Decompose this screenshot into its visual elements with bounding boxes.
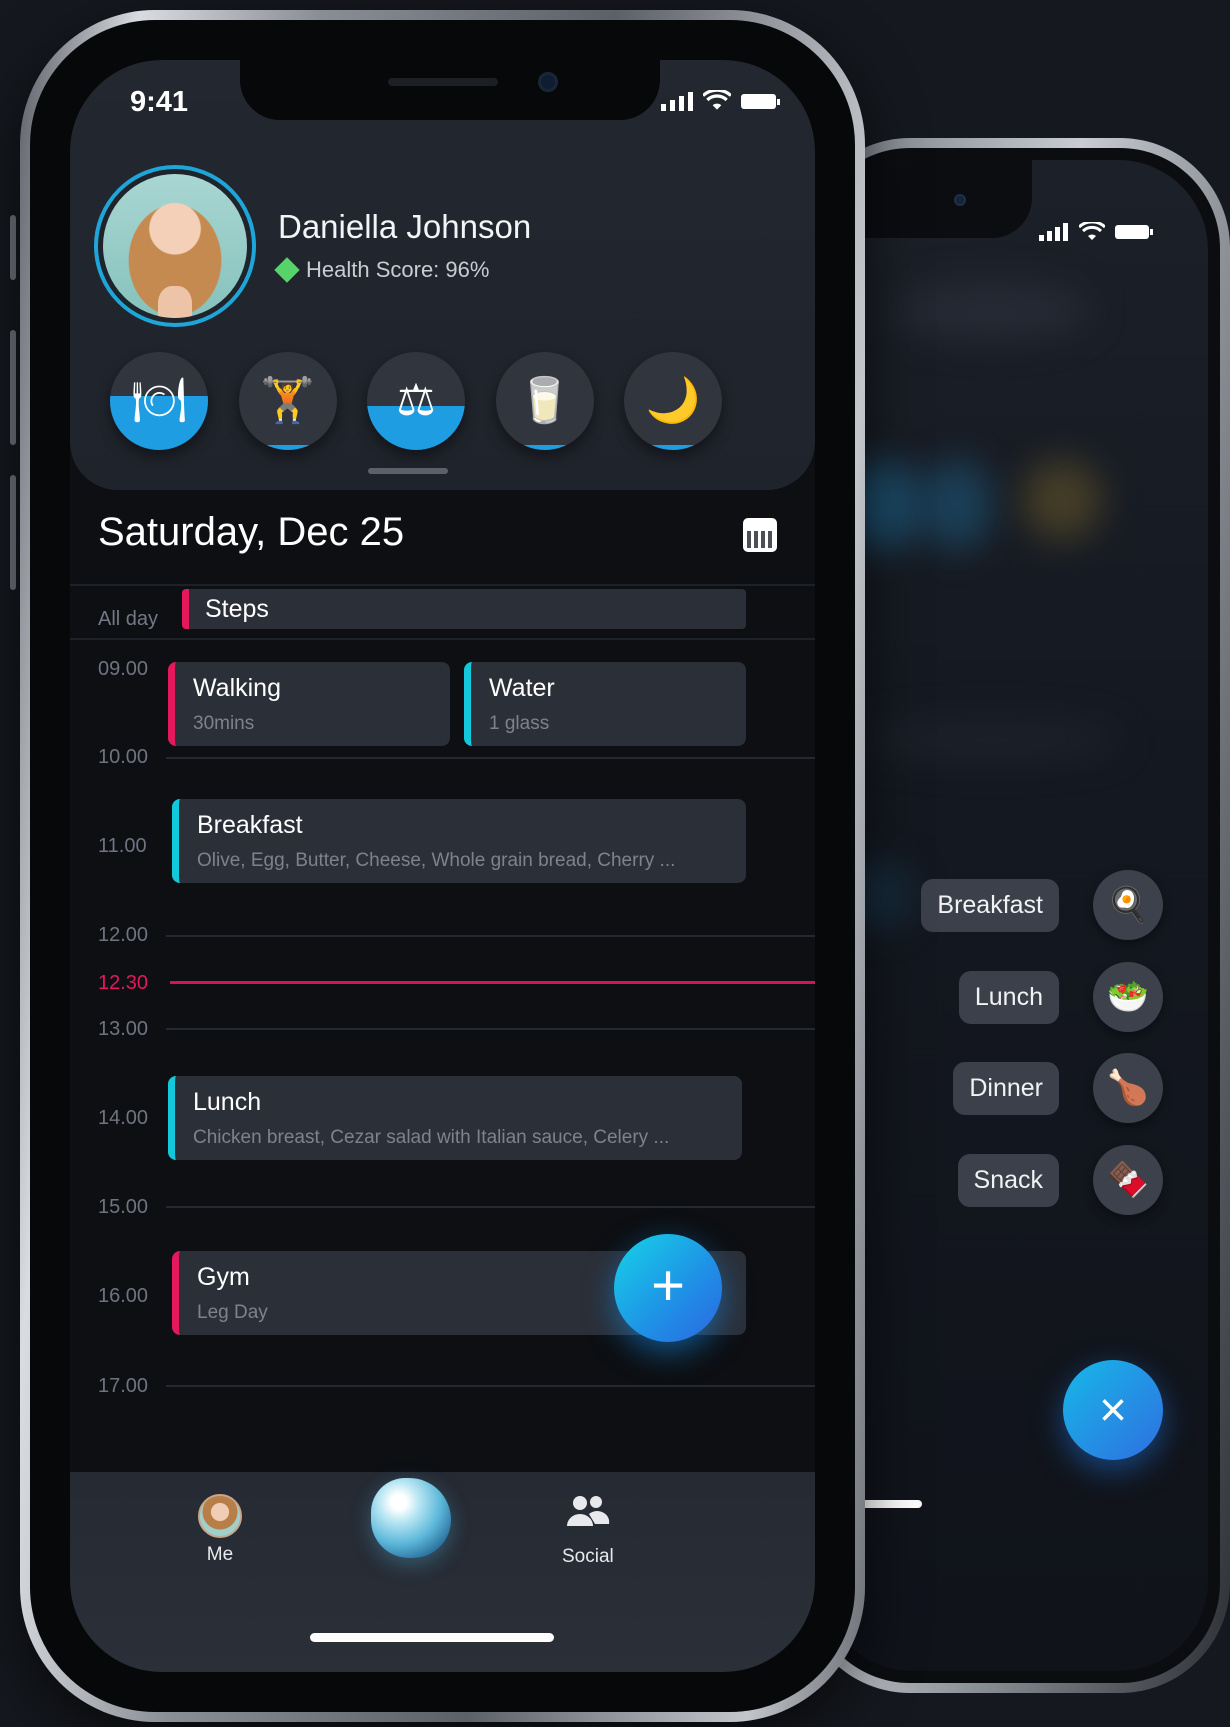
all-day-event-steps[interactable]: Steps [182, 589, 746, 629]
fab-menu-item-dinner[interactable]: Dinner 🍗 [953, 1053, 1163, 1123]
fab-menu-item-snack[interactable]: Snack 🍫 [957, 1145, 1163, 1215]
close-icon: × [1098, 1383, 1128, 1437]
water-glass-icon: 🥛 [517, 376, 572, 425]
current-time-label: 12.30 [98, 972, 149, 994]
speaker [388, 78, 498, 86]
dinner-icon: 🍗 [1093, 1053, 1163, 1123]
battery-icon [741, 94, 780, 109]
event-subtitle: 1 glass [489, 713, 550, 734]
wifi-icon [1079, 222, 1105, 240]
user-name: Daniella Johnson [278, 208, 532, 245]
home-indicator [310, 1633, 554, 1642]
diamond-icon [274, 257, 300, 283]
moon-icon: 🌙 [645, 376, 701, 425]
ai-orb-button[interactable] [371, 1478, 451, 1558]
category-weight[interactable]: ⚖ [367, 352, 465, 450]
event-breakfast[interactable]: Breakfast Olive, Egg, Butter, Cheese, Wh… [172, 799, 746, 883]
tab-bar: Me Social [70, 1472, 815, 1672]
time-label: 16.00 [98, 1285, 149, 1307]
category-workout[interactable]: 🏋 [238, 352, 337, 450]
fab-menu-label: Breakfast [921, 878, 1059, 932]
status-icons [661, 90, 781, 112]
fab-menu-item-breakfast[interactable]: Breakfast 🍳 [921, 870, 1163, 940]
event-title: Steps [205, 595, 269, 623]
dumbbell-icon: 🏋 [260, 376, 315, 425]
signal-icon [1039, 223, 1068, 241]
event-title: Walking [193, 674, 281, 702]
fab-menu-label: Snack [957, 1153, 1059, 1207]
all-day-label: All day [98, 608, 159, 630]
fab-menu-label: Dinner [953, 1061, 1059, 1115]
back-status-icons [1039, 222, 1153, 242]
fab-menu-item-lunch[interactable]: Lunch 🥗 [958, 962, 1163, 1032]
mute-switch [10, 215, 16, 280]
time-label: 13.00 [98, 1018, 149, 1040]
plus-icon: + [651, 1253, 685, 1318]
category-row: 🍽 🏋 ⚖ 🥛 � [110, 352, 722, 450]
tab-label: Me [206, 1544, 234, 1565]
event-water[interactable]: Water 1 glass [464, 662, 746, 746]
avatar [103, 174, 247, 318]
salad-icon: 🥗 [1093, 962, 1163, 1032]
pager-indicator [368, 468, 448, 474]
volume-down-button [10, 475, 16, 590]
battery-icon [1115, 225, 1153, 239]
current-time-line [170, 981, 815, 984]
time-label: 09.00 [98, 658, 149, 680]
category-sleep[interactable]: 🌙 [624, 352, 722, 450]
time-label: 12.00 [98, 924, 149, 946]
time-label: 11.00 [98, 835, 147, 857]
tab-social[interactable]: Social [562, 1494, 614, 1568]
event-subtitle: Chicken breast, Cezar salad with Italian… [193, 1127, 670, 1148]
back-phone-screen: Breakfast 🍳 Lunch 🥗 Dinner 🍗 Snack 🍫 × [822, 160, 1208, 1671]
add-button[interactable]: + [614, 1234, 722, 1342]
event-subtitle: 30mins [193, 713, 255, 734]
event-title: Breakfast [197, 811, 303, 839]
front-phone-screen: 9:41 Daniella Johnson Health Score: 96% [70, 60, 815, 1672]
tab-me[interactable]: Me [198, 1494, 242, 1566]
event-lunch[interactable]: Lunch Chicken breast, Cezar salad with I… [168, 1076, 742, 1160]
notch [240, 60, 660, 120]
people-icon [565, 1494, 611, 1540]
front-phone-frame: 9:41 Daniella Johnson Health Score: 96% [20, 10, 865, 1722]
tab-label: Social [562, 1546, 614, 1567]
health-score: Health Score: 96% [274, 257, 490, 283]
volume-up-button [10, 330, 16, 445]
time-label: 17.00 [98, 1375, 149, 1397]
fab-menu-label: Lunch [958, 970, 1059, 1024]
time-label: 10.00 [98, 746, 149, 768]
profile-header: 9:41 Daniella Johnson Health Score: 96% [70, 60, 815, 490]
profile-avatar-ring[interactable] [94, 165, 256, 327]
calendar-icon[interactable] [743, 518, 777, 552]
health-score-text: Health Score: 96% [306, 257, 490, 282]
category-nutrition[interactable]: 🍽 [110, 352, 208, 450]
back-camera [954, 194, 966, 206]
event-title: Lunch [193, 1088, 262, 1116]
scale-icon: ⚖ [396, 376, 436, 425]
wifi-icon [703, 90, 731, 110]
time-label: 14.00 [98, 1107, 149, 1129]
avatar [198, 1494, 242, 1538]
category-water[interactable]: 🥛 [495, 352, 594, 450]
snack-icon: 🍫 [1093, 1145, 1163, 1215]
nutrition-icon: 🍽 [131, 376, 187, 425]
front-camera [538, 72, 558, 92]
event-title: Water [489, 674, 555, 702]
date-title: Saturday, Dec 25 [98, 510, 405, 554]
event-walking[interactable]: Walking 30mins [168, 662, 450, 746]
time-label: 15.00 [98, 1196, 149, 1218]
breakfast-icon: 🍳 [1093, 870, 1163, 940]
signal-icon [661, 92, 693, 111]
fab-close-button[interactable]: × [1063, 1360, 1163, 1460]
status-time: 9:41 [130, 86, 189, 118]
event-subtitle: Olive, Egg, Butter, Cheese, Whole grain … [197, 850, 676, 871]
